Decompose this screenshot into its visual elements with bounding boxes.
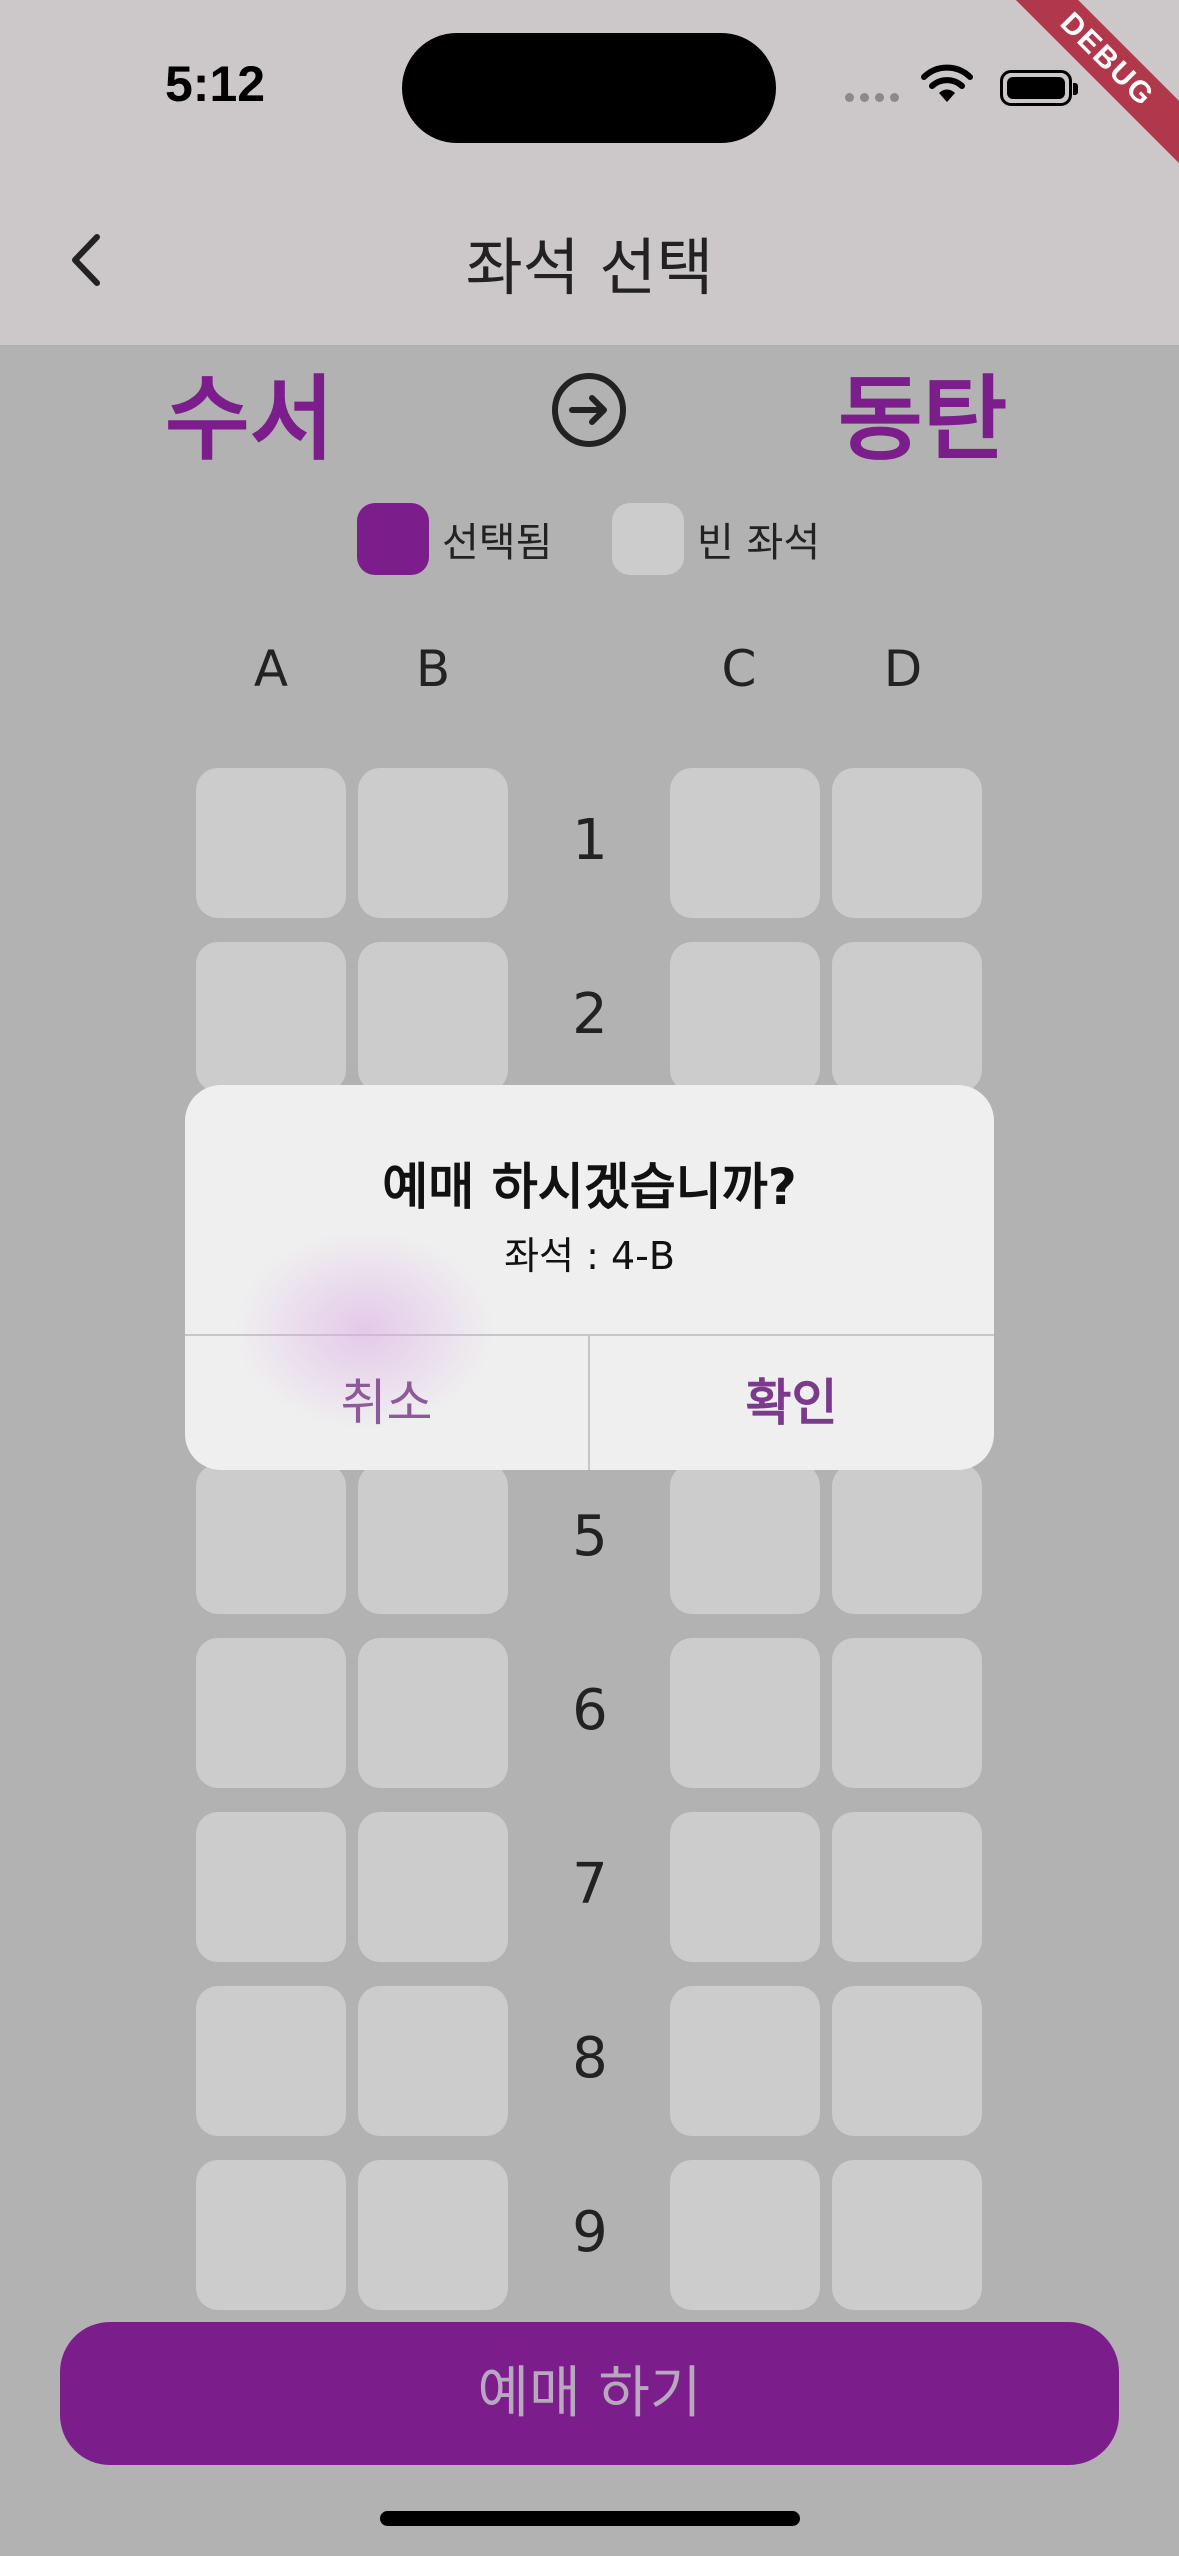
- seat-8-A[interactable]: [196, 1986, 346, 2136]
- seat-5-C[interactable]: [670, 1464, 820, 1614]
- departure-station: 수서: [165, 366, 335, 473]
- seat-8-C[interactable]: [670, 1986, 820, 2136]
- row-number: 7: [572, 1852, 608, 1917]
- column-header: C: [721, 640, 757, 698]
- seat-5-D[interactable]: [832, 1464, 982, 1614]
- legend-selected-swatch: [357, 503, 429, 575]
- dialog-title: 예매 하시겠습니까?: [382, 1158, 797, 1216]
- legend-selected-label: 선택됨: [442, 520, 553, 566]
- confirm-dialog: 예매 하시겠습니까? 좌석 : 4-B 취소 확인: [185, 1085, 994, 1470]
- route-header: 수서 동탄: [0, 345, 1179, 473]
- column-header: B: [415, 640, 451, 698]
- seat-2-D[interactable]: [832, 942, 982, 1092]
- seat-6-A[interactable]: [196, 1638, 346, 1788]
- seat-1-A[interactable]: [196, 768, 346, 918]
- book-button[interactable]: 예매 하기: [60, 2322, 1119, 2465]
- arrow-right-circle-icon: [552, 373, 626, 447]
- seat-9-C[interactable]: [670, 2160, 820, 2310]
- row-number: 8: [572, 2026, 608, 2091]
- seat-2-B[interactable]: [358, 942, 508, 1092]
- seat-2-C[interactable]: [670, 942, 820, 1092]
- seat-1-D[interactable]: [832, 768, 982, 918]
- page-title: 좌석 선택: [465, 231, 714, 304]
- seat-5-A[interactable]: [196, 1464, 346, 1614]
- legend-empty-swatch: [612, 503, 684, 575]
- seat-7-D[interactable]: [832, 1812, 982, 1962]
- seat-5-B[interactable]: [358, 1464, 508, 1614]
- seat-7-B[interactable]: [358, 1812, 508, 1962]
- app-bar: 좌석 선택: [0, 175, 1179, 345]
- row-number: 5: [572, 1504, 608, 1569]
- arrival-station: 동탄: [838, 366, 1008, 473]
- seat-9-B[interactable]: [358, 2160, 508, 2310]
- confirm-button[interactable]: 확인: [590, 1336, 993, 1470]
- row-number: 9: [572, 2200, 608, 2265]
- row-number: 2: [572, 982, 608, 1047]
- debug-label: DEBUG: [999, 0, 1179, 168]
- row-number: 6: [572, 1678, 608, 1743]
- seat-7-A[interactable]: [196, 1812, 346, 1962]
- wifi-icon: [921, 64, 973, 102]
- cancel-button[interactable]: 취소: [185, 1336, 588, 1470]
- column-header: D: [883, 640, 923, 698]
- seat-8-B[interactable]: [358, 1986, 508, 2136]
- legend-empty-label: 빈 좌석: [697, 520, 821, 566]
- cellular-signal-icon: [845, 93, 899, 102]
- status-bar: 5:12 DEBUG: [0, 0, 1179, 175]
- dynamic-island: [402, 33, 776, 143]
- seat-1-C[interactable]: [670, 768, 820, 918]
- debug-banner: DEBUG: [999, 0, 1179, 180]
- home-indicator: [380, 2511, 800, 2526]
- seat-9-A[interactable]: [196, 2160, 346, 2310]
- status-time: 5:12: [165, 56, 266, 112]
- seat-1-B[interactable]: [358, 768, 508, 918]
- seat-legend: 선택됨 빈 좌석: [0, 500, 1179, 580]
- seat-6-C[interactable]: [670, 1638, 820, 1788]
- seat-9-D[interactable]: [832, 2160, 982, 2310]
- seat-2-A[interactable]: [196, 942, 346, 1092]
- seat-6-B[interactable]: [358, 1638, 508, 1788]
- row-number: 1: [572, 808, 608, 873]
- seat-7-C[interactable]: [670, 1812, 820, 1962]
- column-header: A: [253, 640, 289, 698]
- seat-8-D[interactable]: [832, 1986, 982, 2136]
- seat-6-D[interactable]: [832, 1638, 982, 1788]
